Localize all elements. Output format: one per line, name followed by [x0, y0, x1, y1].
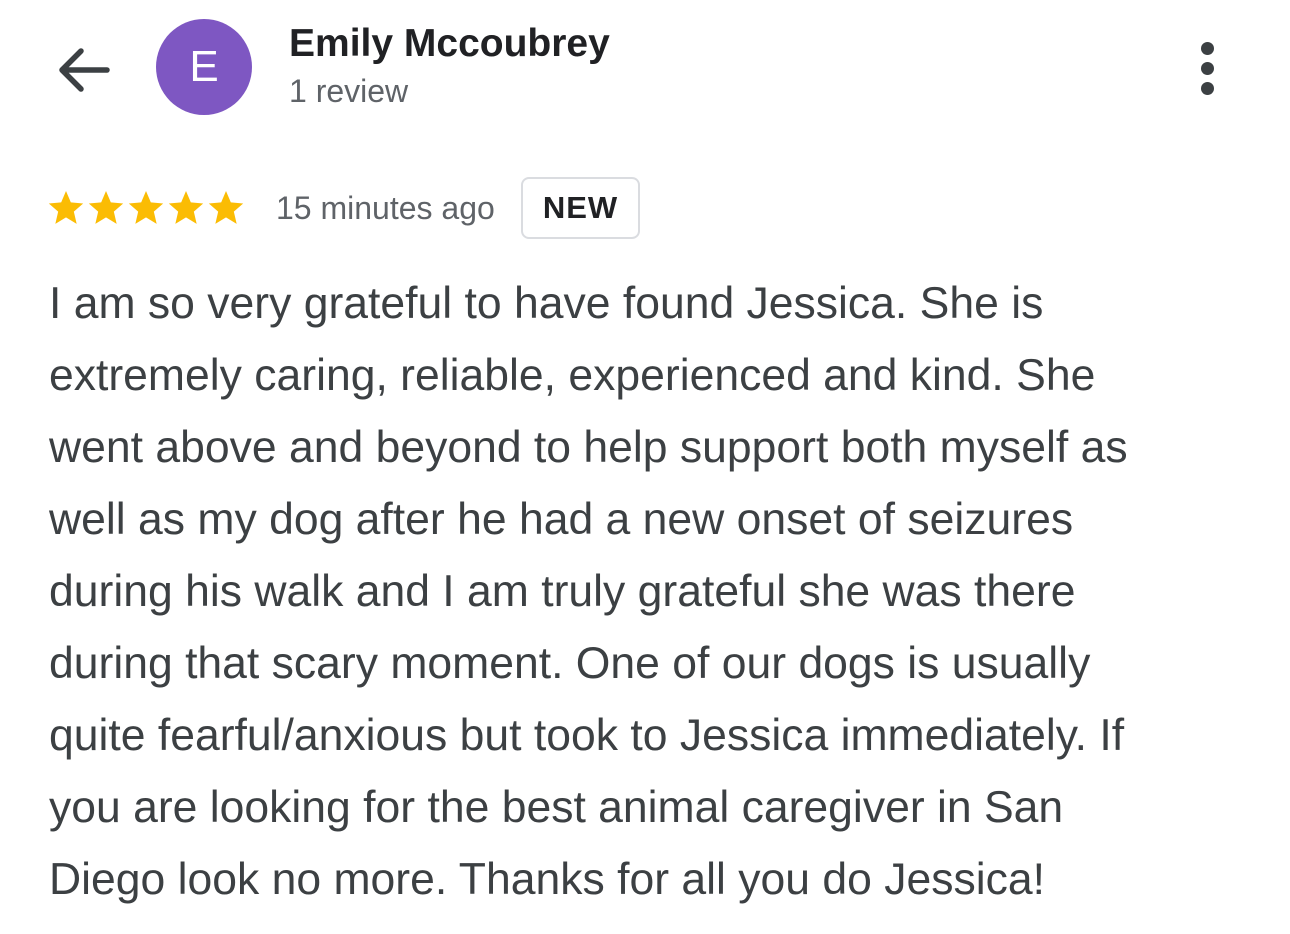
arrow-left-icon [59, 48, 110, 92]
more-options-button[interactable] [1178, 36, 1236, 100]
avatar-letter: E [189, 42, 219, 91]
review-text-line: well as my dog after he had a new onset … [49, 495, 1074, 544]
reviewer-header: E Emily Mccoubrey 1 review [0, 0, 1290, 130]
star-icon [88, 191, 124, 224]
more-vertical-icon-dot [1200, 41, 1214, 55]
avatar[interactable]: E [156, 19, 252, 115]
review-meta: 15 minutes ago NEW [46, 175, 641, 241]
review-count: 1 review [289, 73, 409, 109]
review-text-line: Diego look no more. Thanks for all you d… [49, 855, 1045, 904]
reviewer-name[interactable]: Emily Mccoubrey [289, 22, 610, 66]
review-text-line: quite fearful/anxious but took to Jessic… [49, 711, 1125, 760]
review-text-line: during that scary moment. One of our dog… [49, 639, 1091, 688]
review-text-line: I am so very grateful to have found Jess… [49, 279, 1044, 328]
more-vertical-icon-dot [1200, 61, 1214, 75]
review-text-line: during his walk and I am truly grateful … [49, 567, 1076, 616]
review-text-line: you are looking for the best animal care… [49, 783, 1064, 832]
star-icon [48, 191, 84, 224]
star-icon [168, 191, 204, 224]
review-text-line: went above and beyond to help support bo… [49, 423, 1128, 472]
review-text-line: extremely caring, reliable, experienced … [49, 351, 1096, 400]
review-timestamp: 15 minutes ago [276, 189, 495, 226]
new-badge: NEW [520, 177, 641, 239]
star-icon [128, 191, 164, 224]
review-detail-page: E Emily Mccoubrey 1 review 15 minutes ag… [0, 0, 1290, 934]
more-vertical-icon-dot [1200, 81, 1214, 95]
star-rating [46, 188, 246, 228]
back-button[interactable] [52, 38, 116, 102]
review-text: I am so very grateful to have found Jess… [49, 268, 1249, 916]
star-icon [208, 191, 244, 224]
